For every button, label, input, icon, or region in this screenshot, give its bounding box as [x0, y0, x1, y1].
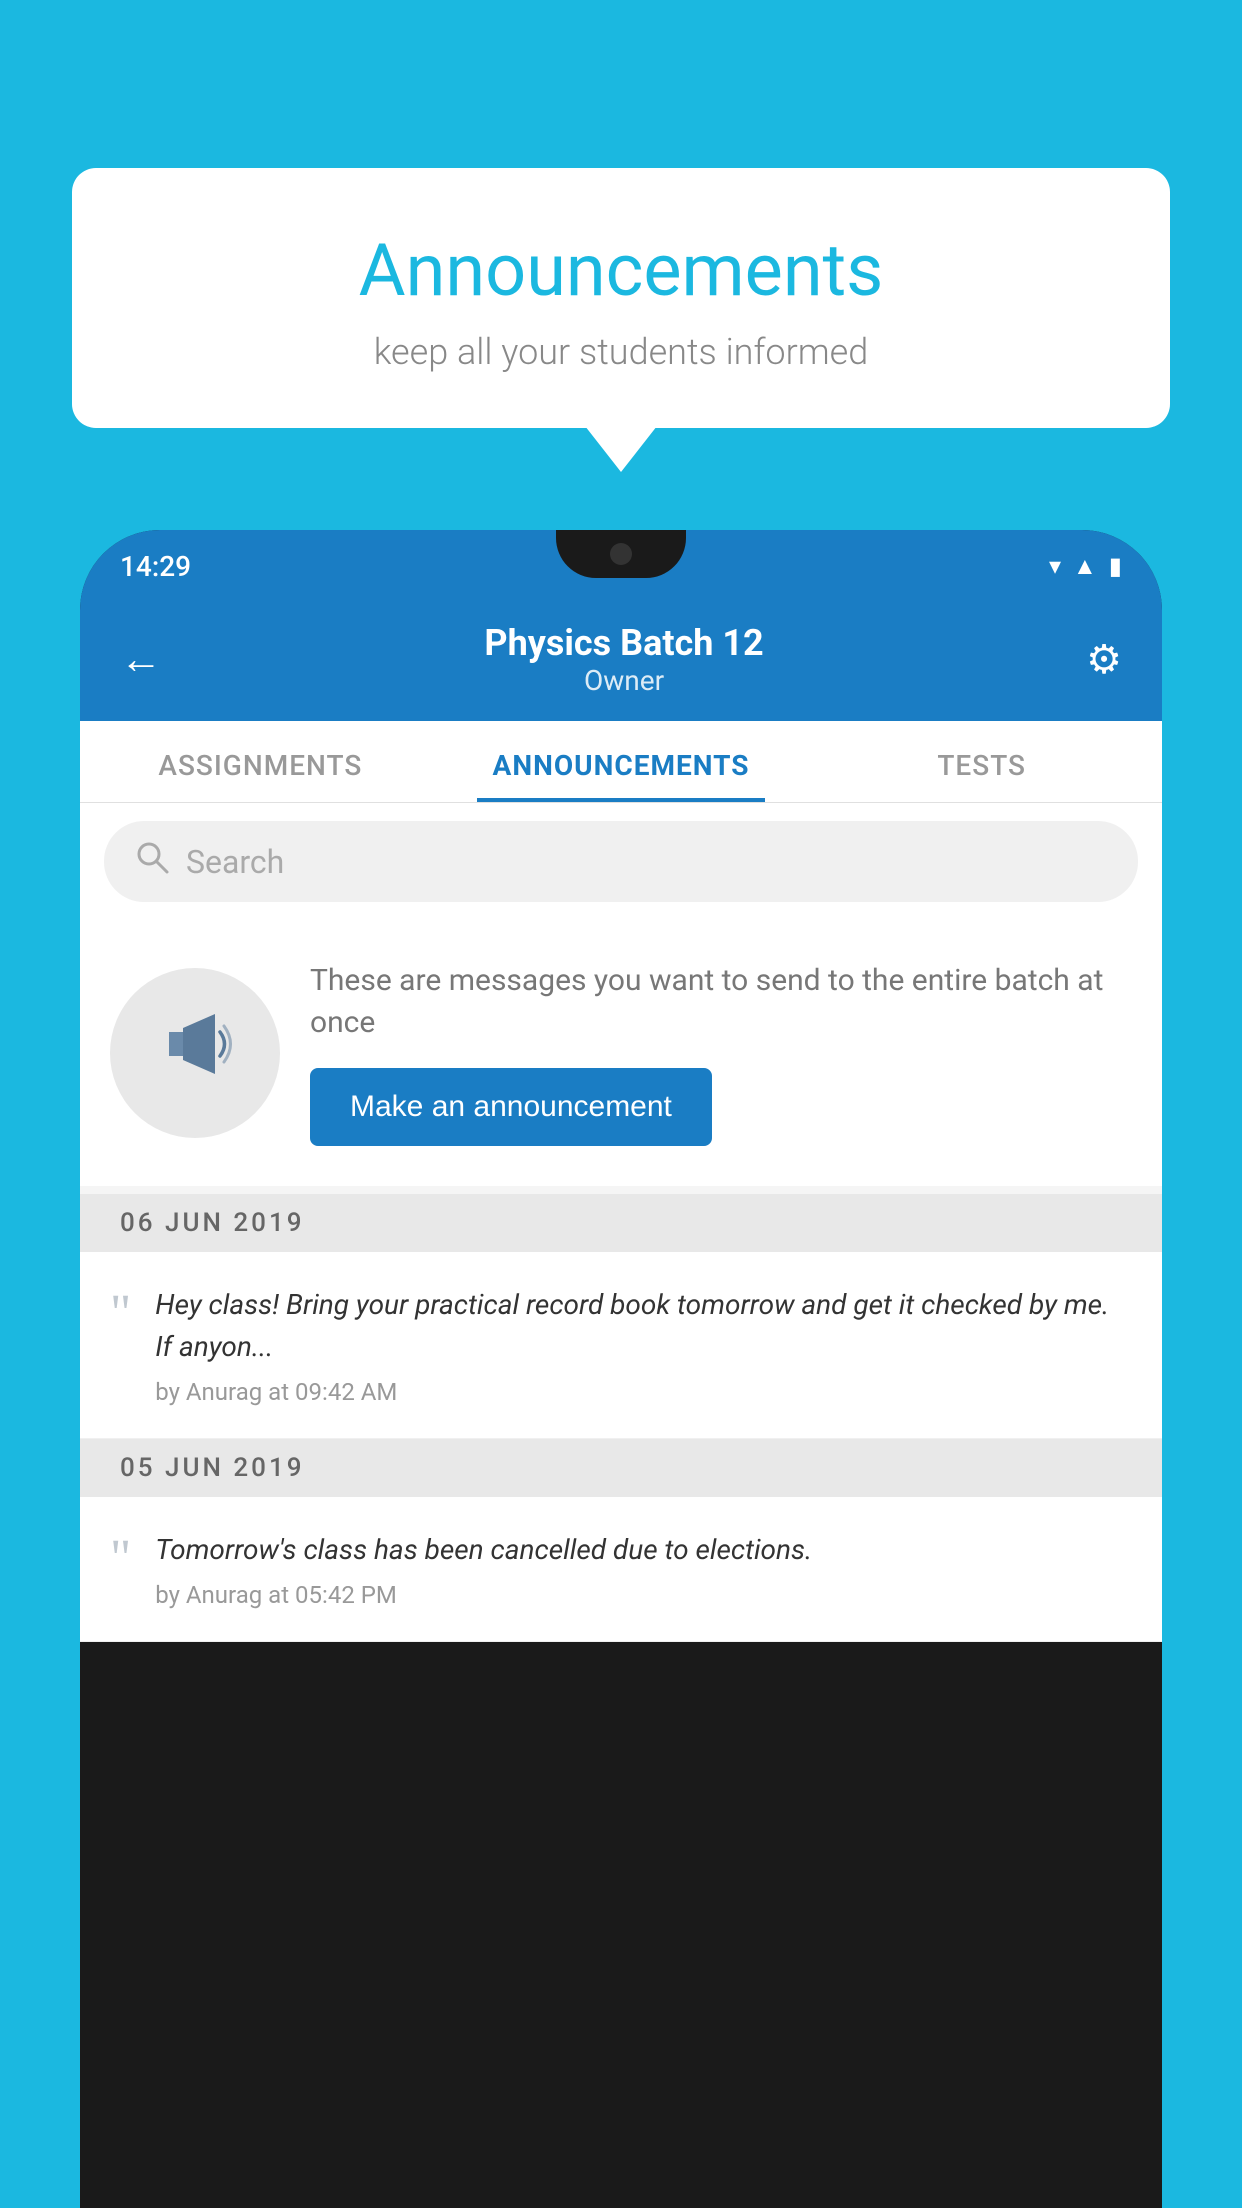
announcement-text-area-2: Tomorrow's class has been cancelled due …	[155, 1529, 1132, 1609]
date-separator-2: 05 JUN 2019	[80, 1439, 1162, 1497]
speech-bubble: Announcements keep all your students inf…	[72, 168, 1170, 428]
app-header: ← Physics Batch 12 Owner ⚙	[80, 602, 1162, 721]
status-time: 14:29	[120, 550, 191, 583]
settings-icon[interactable]: ⚙	[1086, 636, 1122, 683]
announcement-message-1: Hey class! Bring your practical record b…	[155, 1284, 1132, 1368]
megaphone-icon	[155, 1004, 235, 1102]
announcement-text-area-1: Hey class! Bring your practical record b…	[155, 1284, 1132, 1406]
date-separator-1: 06 JUN 2019	[80, 1194, 1162, 1252]
announcement-meta-1: by Anurag at 09:42 AM	[155, 1378, 1132, 1406]
make-announcement-button[interactable]: Make an announcement	[310, 1068, 712, 1146]
search-bar-container: Search	[80, 803, 1162, 920]
phone-frame: 14:29 ▾ ▲ ▮ ← Physics Batch 12 Owner ⚙ A…	[80, 530, 1162, 2208]
tab-assignments[interactable]: ASSIGNMENTS	[80, 721, 441, 802]
tab-announcements[interactable]: ANNOUNCEMENTS	[441, 721, 802, 802]
quote-icon-1: "	[110, 1288, 131, 1340]
batch-title: Physics Batch 12	[484, 622, 763, 664]
camera	[610, 543, 632, 565]
tab-tests[interactable]: TESTS	[801, 721, 1162, 802]
search-placeholder: Search	[186, 843, 284, 881]
search-bar[interactable]: Search	[104, 821, 1138, 902]
batch-role: Owner	[484, 664, 763, 697]
search-icon	[134, 839, 170, 884]
notch	[556, 530, 686, 578]
signal-icon: ▲	[1073, 552, 1097, 581]
promo-description: These are messages you want to send to t…	[310, 960, 1132, 1044]
quote-icon-2: "	[110, 1533, 131, 1585]
announcement-item-2[interactable]: " Tomorrow's class has been cancelled du…	[80, 1497, 1162, 1642]
phone-content: Search These are messages you	[80, 803, 1162, 1642]
announcement-item-1[interactable]: " Hey class! Bring your practical record…	[80, 1252, 1162, 1439]
wifi-icon: ▾	[1049, 552, 1061, 580]
promo-icon-circle	[110, 968, 280, 1138]
status-bar: 14:29 ▾ ▲ ▮	[80, 530, 1162, 602]
announcements-subtitle: keep all your students informed	[122, 331, 1120, 373]
announcement-promo: These are messages you want to send to t…	[80, 920, 1162, 1186]
header-title-area: Physics Batch 12 Owner	[484, 622, 763, 697]
battery-icon: ▮	[1109, 552, 1122, 580]
announcement-meta-2: by Anurag at 05:42 PM	[155, 1581, 1132, 1609]
announcement-message-2: Tomorrow's class has been cancelled due …	[155, 1529, 1132, 1571]
status-icons: ▾ ▲ ▮	[1049, 552, 1122, 581]
announcements-title: Announcements	[122, 228, 1120, 313]
tabs-bar: ASSIGNMENTS ANNOUNCEMENTS TESTS	[80, 721, 1162, 803]
promo-right: These are messages you want to send to t…	[310, 960, 1132, 1146]
back-button[interactable]: ←	[120, 635, 162, 684]
